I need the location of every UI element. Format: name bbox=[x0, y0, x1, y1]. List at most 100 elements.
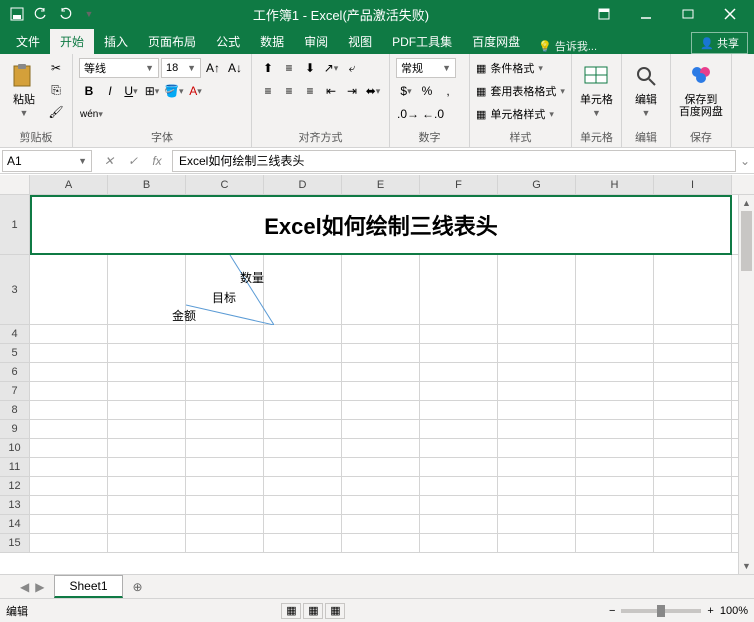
redo-icon[interactable] bbox=[56, 5, 74, 23]
cell[interactable] bbox=[654, 255, 732, 325]
cell[interactable] bbox=[576, 439, 654, 457]
cell[interactable] bbox=[498, 382, 576, 400]
vertical-scrollbar[interactable]: ▲ ▼ bbox=[738, 195, 754, 574]
cell[interactable] bbox=[30, 255, 108, 325]
cell[interactable] bbox=[108, 515, 186, 533]
row-header-14[interactable]: 14 bbox=[0, 515, 30, 533]
orientation-button[interactable]: ↗▾ bbox=[321, 58, 341, 78]
percent-button[interactable]: % bbox=[417, 81, 437, 101]
increase-font-button[interactable]: A↑ bbox=[203, 58, 223, 78]
cell[interactable] bbox=[342, 515, 420, 533]
minimize-icon[interactable] bbox=[626, 0, 666, 28]
cell[interactable] bbox=[576, 515, 654, 533]
cell[interactable] bbox=[498, 439, 576, 457]
page-layout-view-button[interactable]: ▦ bbox=[303, 603, 323, 619]
sheet-next-icon[interactable]: ▶ bbox=[35, 580, 44, 594]
cell[interactable] bbox=[264, 496, 342, 514]
row-header-1[interactable]: 1 bbox=[0, 195, 30, 254]
row-header-12[interactable]: 12 bbox=[0, 477, 30, 495]
cell[interactable] bbox=[498, 363, 576, 381]
tab-view[interactable]: 视图 bbox=[338, 29, 382, 54]
normal-view-button[interactable]: ▦ bbox=[281, 603, 301, 619]
cell[interactable] bbox=[498, 420, 576, 438]
cell[interactable] bbox=[264, 344, 342, 362]
editing-button[interactable]: 编辑 ▼ bbox=[628, 58, 664, 120]
cell[interactable] bbox=[186, 344, 264, 362]
cell[interactable] bbox=[420, 515, 498, 533]
share-button[interactable]: 👤共享 bbox=[691, 32, 748, 54]
row-header-6[interactable]: 6 bbox=[0, 363, 30, 381]
cell[interactable] bbox=[498, 344, 576, 362]
zoom-thumb[interactable] bbox=[657, 605, 665, 617]
row-header-5[interactable]: 5 bbox=[0, 344, 30, 362]
cell[interactable] bbox=[186, 439, 264, 457]
align-top-button[interactable]: ⬆ bbox=[258, 58, 278, 78]
cell[interactable] bbox=[186, 382, 264, 400]
cell[interactable] bbox=[420, 439, 498, 457]
cell[interactable] bbox=[654, 534, 732, 552]
cell[interactable] bbox=[420, 363, 498, 381]
sheet-prev-icon[interactable]: ◀ bbox=[20, 580, 29, 594]
underline-button[interactable]: U▾ bbox=[121, 81, 141, 101]
scroll-thumb[interactable] bbox=[741, 211, 752, 271]
cell[interactable] bbox=[342, 439, 420, 457]
cell[interactable] bbox=[30, 382, 108, 400]
currency-button[interactable]: $▾ bbox=[396, 81, 416, 101]
ribbon-options-icon[interactable] bbox=[584, 0, 624, 28]
expand-formula-bar-button[interactable]: ⌄ bbox=[736, 154, 754, 168]
cell[interactable] bbox=[264, 420, 342, 438]
align-middle-button[interactable]: ≡ bbox=[279, 58, 299, 78]
cell[interactable] bbox=[30, 439, 108, 457]
cell[interactable] bbox=[264, 477, 342, 495]
col-header-h[interactable]: H bbox=[576, 175, 654, 194]
tab-data[interactable]: 数据 bbox=[250, 29, 294, 54]
cell[interactable] bbox=[30, 515, 108, 533]
cell[interactable] bbox=[498, 458, 576, 476]
cell[interactable] bbox=[576, 477, 654, 495]
cell[interactable] bbox=[342, 363, 420, 381]
cell[interactable] bbox=[30, 496, 108, 514]
cell[interactable] bbox=[342, 496, 420, 514]
col-header-f[interactable]: F bbox=[420, 175, 498, 194]
wrap-text-button[interactable]: ⤶ bbox=[342, 58, 362, 78]
cell[interactable] bbox=[654, 477, 732, 495]
row-header-15[interactable]: 15 bbox=[0, 534, 30, 552]
cell[interactable] bbox=[576, 420, 654, 438]
cell[interactable] bbox=[576, 363, 654, 381]
cell[interactable] bbox=[576, 255, 654, 325]
maximize-icon[interactable] bbox=[668, 0, 708, 28]
cell[interactable] bbox=[420, 477, 498, 495]
cell[interactable] bbox=[576, 458, 654, 476]
qat-dropdown-icon[interactable]: ▼ bbox=[80, 5, 98, 23]
scroll-down-icon[interactable]: ▼ bbox=[739, 558, 754, 574]
cut-button[interactable]: ✂ bbox=[46, 58, 66, 78]
cell[interactable] bbox=[342, 325, 420, 343]
zoom-slider[interactable] bbox=[621, 609, 701, 613]
cell[interactable] bbox=[576, 382, 654, 400]
cell[interactable] bbox=[576, 344, 654, 362]
tab-review[interactable]: 审阅 bbox=[294, 29, 338, 54]
close-icon[interactable] bbox=[710, 0, 750, 28]
cell[interactable] bbox=[342, 420, 420, 438]
cell[interactable] bbox=[420, 458, 498, 476]
merge-center-button[interactable]: ⬌▾ bbox=[363, 81, 383, 101]
cell[interactable] bbox=[30, 477, 108, 495]
cell[interactable] bbox=[264, 534, 342, 552]
cell[interactable] bbox=[30, 401, 108, 419]
cell[interactable] bbox=[654, 344, 732, 362]
font-size-select[interactable]: 18▼ bbox=[161, 58, 201, 78]
cell[interactable] bbox=[342, 477, 420, 495]
cell[interactable] bbox=[654, 515, 732, 533]
col-header-i[interactable]: I bbox=[654, 175, 732, 194]
cell[interactable] bbox=[654, 458, 732, 476]
tab-home[interactable]: 开始 bbox=[50, 29, 94, 54]
bold-button[interactable]: B bbox=[79, 81, 99, 101]
cell[interactable] bbox=[420, 401, 498, 419]
cell[interactable] bbox=[654, 496, 732, 514]
align-bottom-button[interactable]: ⬇ bbox=[300, 58, 320, 78]
name-box[interactable]: A1▼ bbox=[2, 150, 92, 172]
cell[interactable] bbox=[108, 344, 186, 362]
row-header-8[interactable]: 8 bbox=[0, 401, 30, 419]
cell[interactable] bbox=[186, 363, 264, 381]
zoom-in-button[interactable]: + bbox=[707, 605, 713, 617]
